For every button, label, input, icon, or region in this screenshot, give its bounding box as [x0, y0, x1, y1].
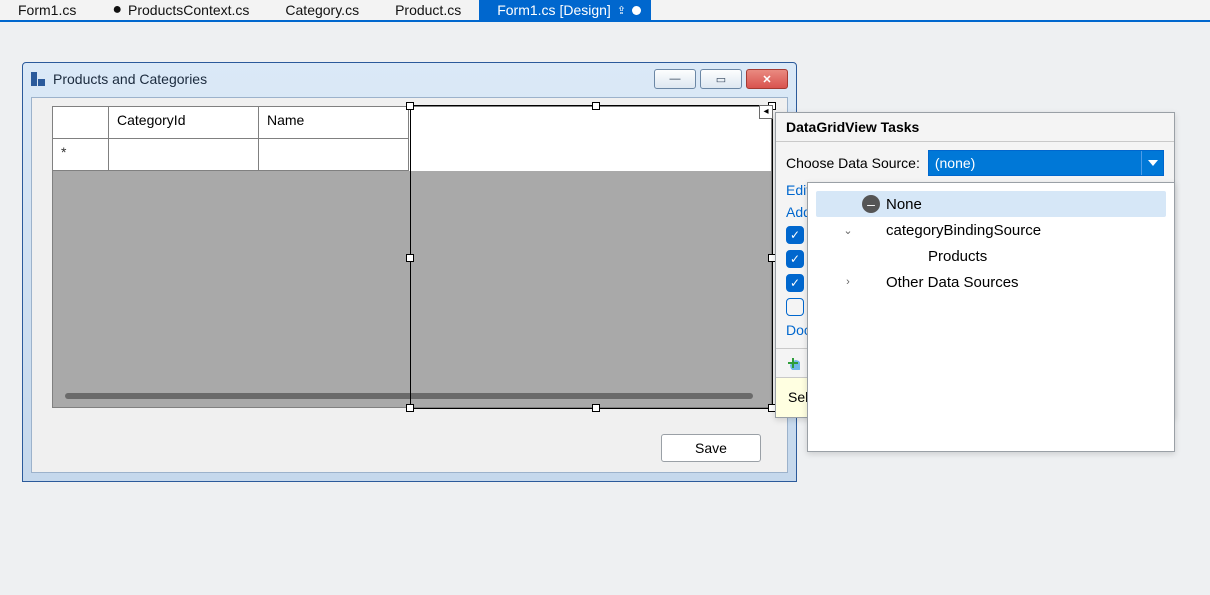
resize-handle[interactable]: [406, 254, 414, 262]
resize-handle[interactable]: [592, 404, 600, 412]
expand-toggle-icon[interactable]: ⌄: [840, 224, 856, 237]
tasks-check-1[interactable]: ✓: [786, 226, 804, 244]
form-app-icon: [31, 72, 45, 86]
ds-node-label: None: [886, 196, 922, 213]
none-icon: –: [862, 195, 880, 213]
tab-status-icon: [632, 6, 641, 15]
ds-node-other[interactable]: › Other Data Sources: [816, 269, 1166, 295]
dgv-col-name[interactable]: Name: [259, 107, 409, 139]
dgv-col-categoryid[interactable]: CategoryId: [109, 107, 259, 139]
tab-label: Form1.cs: [18, 2, 76, 18]
selection-edge: [410, 105, 772, 106]
choose-datasource-label: Choose Data Source:: [786, 155, 920, 171]
choose-datasource-combo[interactable]: (none): [928, 150, 1164, 176]
designer-surface[interactable]: Products and Categories — ▭ ✕ CategoryId…: [0, 22, 1210, 595]
dgv-new-row[interactable]: *: [53, 139, 771, 171]
ds-node-label: Products: [928, 248, 987, 265]
expand-toggle-icon[interactable]: ›: [840, 276, 856, 288]
close-button[interactable]: ✕: [746, 69, 788, 89]
datagridview-selection[interactable]: CategoryId Name *: [52, 106, 772, 408]
tab-category-cs[interactable]: Category.cs: [267, 0, 377, 21]
form-titlebar[interactable]: Products and Categories — ▭ ✕: [23, 63, 796, 95]
tab-productscontext-cs[interactable]: ● ProductsContext.cs: [94, 0, 267, 21]
chevron-down-icon[interactable]: [1141, 151, 1163, 175]
tasks-title: DataGridView Tasks: [776, 113, 1174, 142]
maximize-button[interactable]: ▭: [700, 69, 742, 89]
dgv-cell[interactable]: [109, 139, 259, 171]
dgv-cell[interactable]: [259, 139, 409, 171]
tab-label: Product.cs: [395, 2, 461, 18]
dgv-header-row: CategoryId Name: [53, 107, 771, 139]
minimize-button[interactable]: —: [654, 69, 696, 89]
ds-node-label: categoryBindingSource: [886, 222, 1041, 239]
tab-product-cs[interactable]: Product.cs: [377, 0, 479, 21]
form-title: Products and Categories: [53, 71, 646, 87]
form-client-area[interactable]: CategoryId Name *: [31, 97, 788, 473]
document-tabstrip: Form1.cs ● ProductsContext.cs Category.c…: [0, 0, 1210, 22]
resize-handle[interactable]: [406, 102, 414, 110]
add-datasource-icon: [786, 356, 800, 370]
tasks-check-4[interactable]: [786, 298, 804, 316]
resize-handle[interactable]: [406, 404, 414, 412]
tasks-check-3[interactable]: ✓: [786, 274, 804, 292]
resize-handle[interactable]: [592, 102, 600, 110]
ds-node-products[interactable]: Products: [816, 243, 1166, 269]
dgv-new-row-marker: *: [53, 139, 109, 171]
designed-form-window[interactable]: Products and Categories — ▭ ✕ CategoryId…: [22, 62, 797, 482]
tab-label: ProductsContext.cs: [128, 2, 249, 18]
datasource-dropdown: – None ⌄ categoryBindingSource Products …: [807, 182, 1175, 452]
smart-tag-glyph-icon[interactable]: ◂: [759, 105, 773, 119]
save-button[interactable]: Save: [661, 434, 761, 462]
ds-node-none[interactable]: – None: [816, 191, 1166, 217]
dgv-scrollbar[interactable]: [65, 393, 753, 399]
tab-label: Category.cs: [285, 2, 359, 18]
pin-icon[interactable]: ⇪: [617, 4, 626, 17]
ds-node-label: Other Data Sources: [886, 274, 1019, 291]
tab-form1-design[interactable]: Form1.cs [Design] ⇪: [479, 0, 651, 21]
ds-node-bindingsource[interactable]: ⌄ categoryBindingSource: [816, 217, 1166, 243]
dgv-col-rowheader[interactable]: [53, 107, 109, 139]
tab-form1-cs[interactable]: Form1.cs: [0, 0, 94, 21]
combo-value: (none): [935, 155, 975, 171]
selection-edge: [410, 408, 772, 409]
tasks-check-2[interactable]: ✓: [786, 250, 804, 268]
tab-label: Form1.cs [Design]: [497, 2, 611, 18]
